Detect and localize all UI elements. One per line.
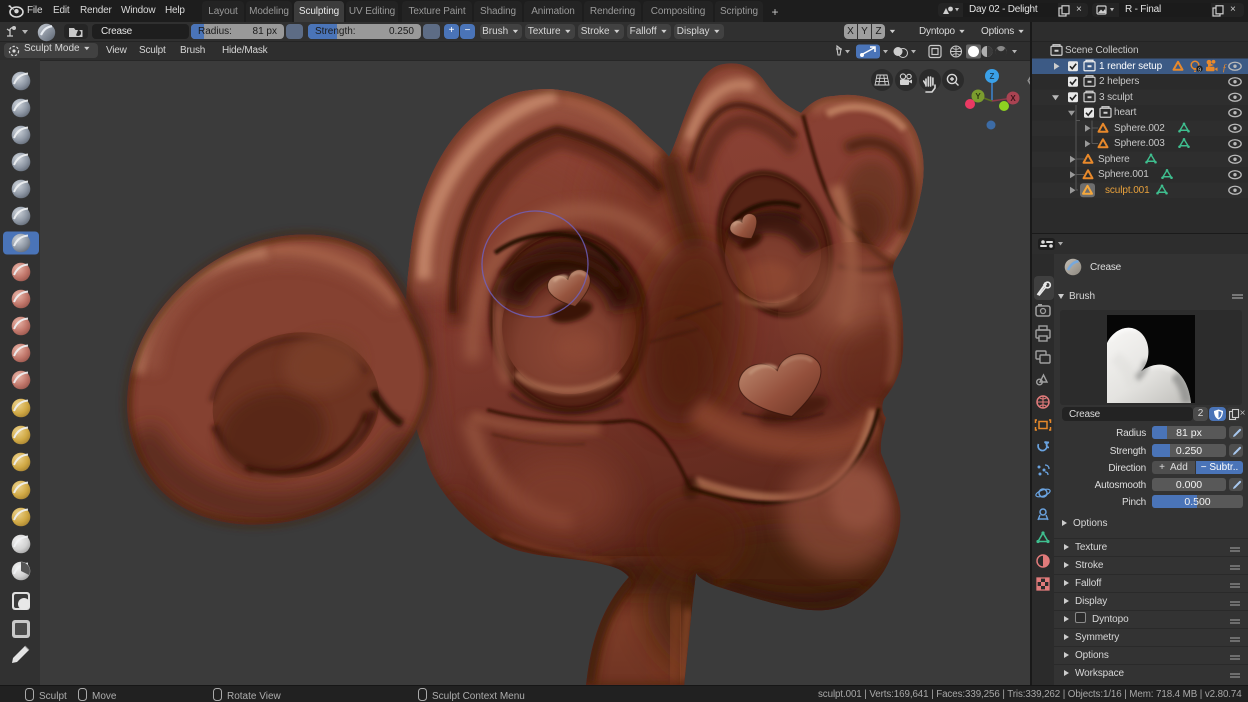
svg-text:X: X	[1010, 94, 1016, 103]
svg-text:Y: Y	[975, 92, 981, 101]
svg-text:Z: Z	[990, 72, 995, 81]
